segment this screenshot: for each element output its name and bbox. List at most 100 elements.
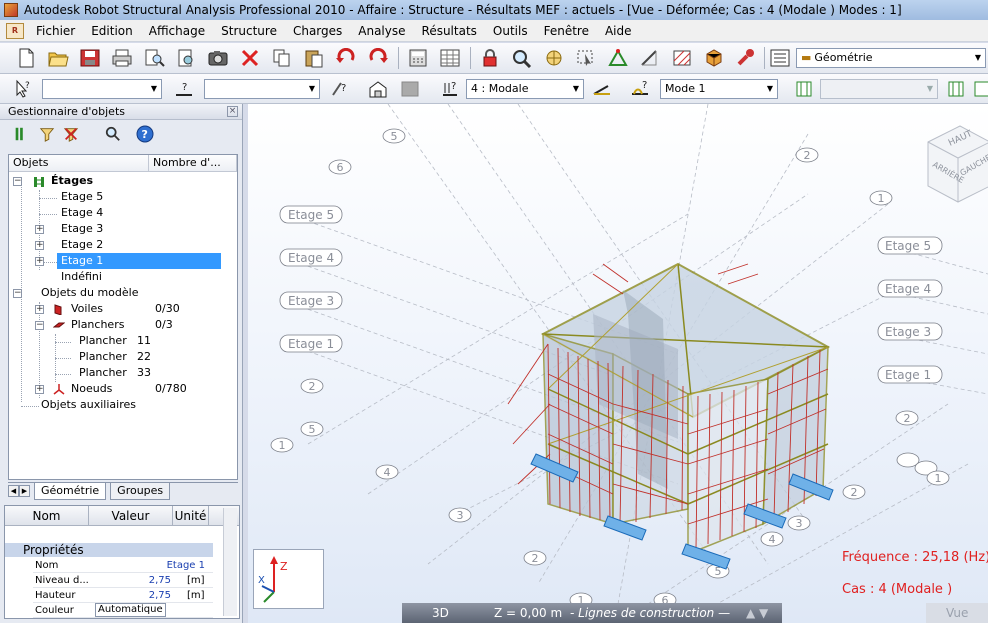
vue-button[interactable]: Vue [926,603,988,623]
prop-row-couleur[interactable]: Couleur Automatique [33,603,213,618]
search-icon[interactable] [104,125,122,143]
tree-item-noeuds[interactable]: Noeuds [71,381,112,397]
bar-combo[interactable]: ▼ [204,79,320,99]
expand-etage-2[interactable]: + [35,241,44,250]
document-system-icon[interactable]: R [6,22,24,39]
tree-item-objets-modele[interactable]: Objets du modèle [41,285,138,301]
load-case-combo[interactable]: 4 : Modale ▼ [466,79,584,99]
tools-wrench-icon[interactable] [734,47,758,69]
view-cube[interactable]: HAUT ARRIÈRE GAUCHE [927,125,988,203]
open-file-icon[interactable] [46,47,70,69]
chevron-down-icon[interactable]: ▼ [147,80,161,98]
tab-geometrie[interactable]: Géométrie [34,483,107,500]
tab-scroll-left-icon[interactable]: ◀ [8,485,19,497]
structure-3d-view[interactable]: 5 6 2 1 2 5 1 2 4 3 2 3 2 4 5 1 6 1 Etag… [248,104,988,623]
tree-item-etage-3[interactable]: Etage 3 [61,221,103,237]
print-preview-icon[interactable] [142,47,166,69]
expand-voiles[interactable]: + [35,305,44,314]
menu-charges[interactable]: Charges [285,24,350,38]
expand-etage-3[interactable]: + [35,225,44,234]
prop-row-nom[interactable]: Nom Etage 1 [33,558,213,573]
redo-icon[interactable] [366,47,390,69]
collapse-planchers[interactable]: − [35,321,44,330]
geometry-select-icon[interactable] [606,47,630,69]
load-case-icon[interactable]: ? [438,78,462,100]
menu-resultats[interactable]: Résultats [414,24,485,38]
prop-row-hauteur[interactable]: Hauteur 2,75 [m] [33,588,213,603]
tables-icon[interactable] [438,47,462,69]
menu-edition[interactable]: Edition [83,24,141,38]
tree-item-indefini[interactable]: Indéfini [61,269,102,285]
hatch-icon[interactable] [670,47,694,69]
tree-item-etage-2[interactable]: Etage 2 [61,237,103,253]
help-icon[interactable]: ? [136,125,154,143]
zoom-window-icon[interactable] [510,47,534,69]
robot-app-icon[interactable] [4,3,18,17]
save-icon[interactable] [78,47,102,69]
column-nombre[interactable]: Nombre d'... [149,155,237,171]
bar-select-icon[interactable]: ? [172,78,196,100]
deformed-structure[interactable] [507,262,834,570]
properties-scrollbar[interactable] [223,508,237,616]
section-icon[interactable] [638,47,662,69]
print-icon[interactable] [110,47,134,69]
menu-outils[interactable]: Outils [485,24,536,38]
mode-select-icon[interactable]: ? [628,78,652,100]
chevron-down-icon[interactable]: ▼ [763,80,777,98]
expand-noeuds[interactable]: + [35,385,44,394]
tree-item-plancher-33[interactable]: Plancher [79,365,127,381]
close-icon[interactable]: × [227,106,238,117]
mode-combo[interactable]: Mode 1 ▼ [660,79,778,99]
select-nodes-icon[interactable] [574,47,598,69]
tree-item-etage-1[interactable]: Etage 1 [57,253,221,269]
delete-icon[interactable] [238,47,262,69]
chevron-down-icon[interactable]: ▼ [305,80,319,98]
status-arrows-icon[interactable]: ▲ ▼ [746,603,768,623]
page-setup-icon[interactable] [174,47,198,69]
filter-icon[interactable] [38,125,56,143]
calculator-icon[interactable] [406,47,430,69]
tree-item-plancher-22[interactable]: Plancher [79,349,127,365]
view-mode-3d[interactable]: 3D [432,603,449,623]
group-edit-icon[interactable] [970,78,988,100]
prop-row-niveau[interactable]: Niveau d... 2,75 [m] [33,573,213,588]
mode-diagram-icon[interactable] [590,78,614,100]
zoom-all-icon[interactable] [542,47,566,69]
tree-item-voiles[interactable]: Voiles [71,301,103,317]
home-view-icon[interactable] [366,78,390,100]
chevron-down-icon[interactable]: ▼ [971,49,985,67]
group-icon[interactable] [944,78,968,100]
menu-analyse[interactable]: Analyse [350,24,413,38]
menu-aide[interactable]: Aide [597,24,640,38]
object-tree-icon[interactable] [12,125,30,143]
chevron-down-icon[interactable]: ▼ [569,80,583,98]
expand-etage-1[interactable]: + [35,257,44,266]
node-select-icon[interactable]: ? [328,78,352,100]
undo-icon[interactable] [334,47,358,69]
new-file-icon[interactable] [14,47,38,69]
tree-item-etage-5[interactable]: Etage 5 [61,189,103,205]
tree-item-planchers[interactable]: Planchers [71,317,124,333]
layout-combo[interactable]: ▬ Géométrie ▼ [796,48,986,68]
tree-item-etages[interactable]: Étages [51,173,93,189]
tree-item-objets-auxiliaires[interactable]: Objets auxiliaires [41,397,136,413]
menu-structure[interactable]: Structure [213,24,285,38]
menu-fichier[interactable]: Fichier [28,24,83,38]
layout-selector-icon[interactable] [768,47,792,69]
tab-scroll-right-icon[interactable]: ▶ [19,485,30,497]
tree-item-etage-4[interactable]: Etage 4 [61,205,103,221]
menu-affichage[interactable]: Affichage [141,24,213,38]
copy-icon[interactable] [270,47,294,69]
select-cursor-icon[interactable]: ? [10,78,34,100]
screen-capture-icon[interactable] [206,47,230,69]
results-table-icon[interactable] [792,78,816,100]
menu-fenetre[interactable]: Fenêtre [536,24,597,38]
paste-icon[interactable] [302,47,326,69]
column-objets[interactable]: Objets [9,155,149,171]
tab-groupes[interactable]: Groupes [110,483,171,500]
tree-item-plancher-11[interactable]: Plancher [79,333,127,349]
lock-icon[interactable] [478,47,502,69]
structure-model-icon[interactable] [702,47,726,69]
filter-clear-icon[interactable] [62,125,80,143]
collapse-etages[interactable]: − [13,177,22,186]
